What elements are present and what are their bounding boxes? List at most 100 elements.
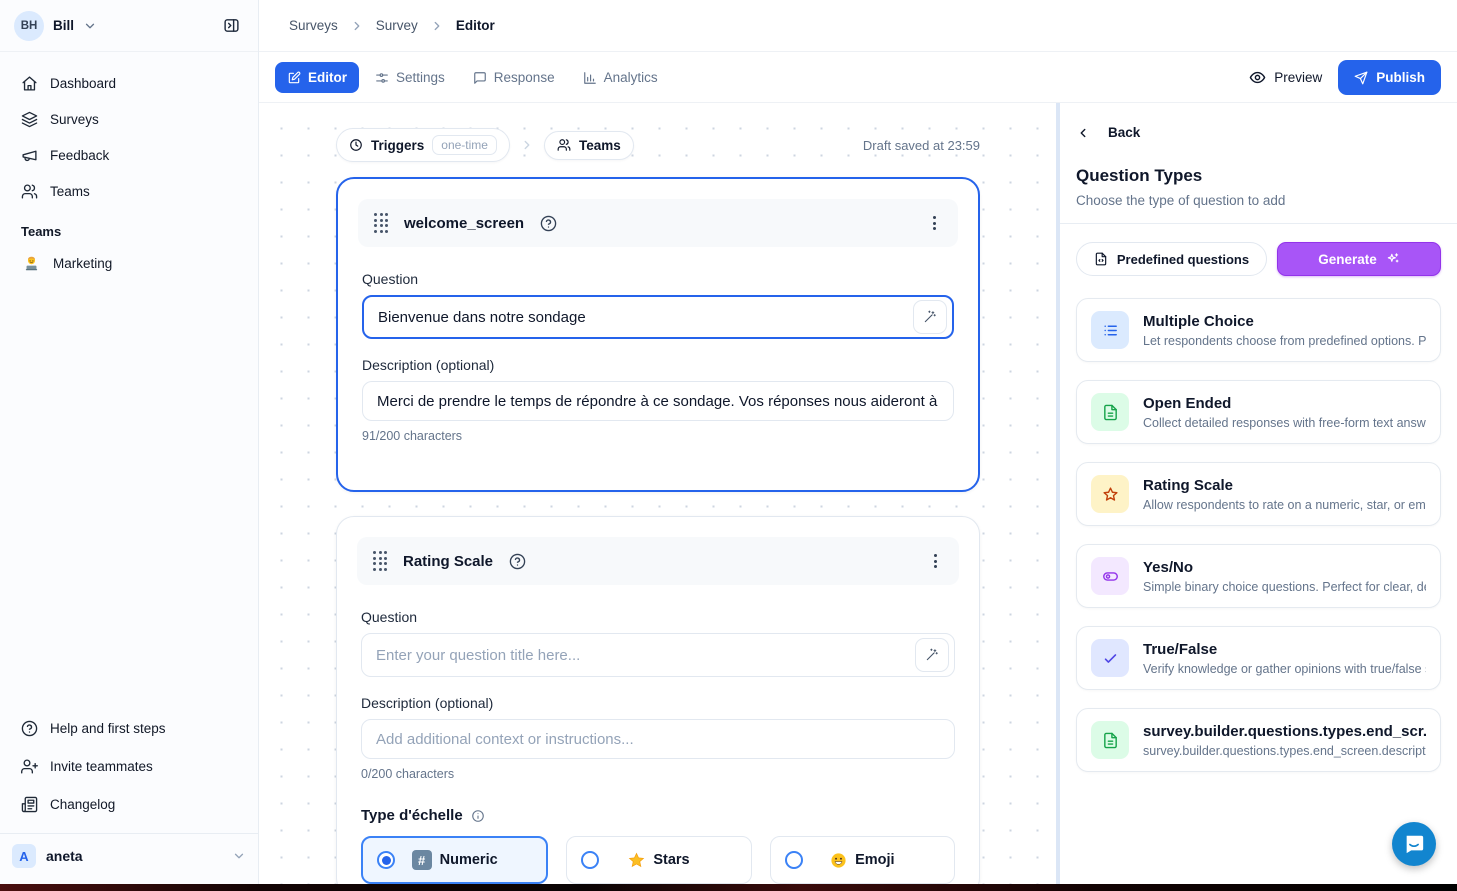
sidebar-item-dashboard[interactable]: Dashboard: [12, 66, 246, 100]
help-circle-icon[interactable]: [540, 215, 557, 232]
option-numeric[interactable]: # Numeric: [361, 836, 548, 884]
type-card-end-screen[interactable]: survey.builder.questions.types.end_scr..…: [1076, 708, 1441, 772]
file-code-icon: [1094, 252, 1108, 266]
tab-editor[interactable]: Editor: [275, 62, 359, 93]
sidebar-item-teams[interactable]: Teams: [12, 174, 246, 208]
smiley-emoji-icon: [830, 852, 847, 869]
type-card-rating-scale[interactable]: Rating Scale Allow respondents to rate o…: [1076, 462, 1441, 526]
drag-handle-icon[interactable]: [373, 551, 387, 571]
radio-emoji[interactable]: [785, 851, 803, 869]
sidebar-item-changelog[interactable]: Changelog: [12, 787, 246, 821]
back-label: Back: [1108, 125, 1140, 140]
sidebar-item-label: Teams: [50, 184, 90, 199]
type-title: survey.builder.questions.types.end_scr..…: [1143, 723, 1426, 740]
sidebar-item-feedback[interactable]: Feedback: [12, 138, 246, 172]
chevron-down-icon[interactable]: [83, 19, 97, 33]
chevron-right-icon: [520, 138, 534, 152]
home-icon: [21, 75, 38, 92]
publish-button[interactable]: Publish: [1338, 60, 1441, 95]
pencil-square-icon: [287, 71, 301, 85]
teams-pill[interactable]: Teams: [544, 131, 634, 160]
char-counter: 91/200 characters: [362, 429, 954, 443]
scale-type-label: Type d'échelle: [361, 807, 463, 824]
radio-stars[interactable]: [581, 851, 599, 869]
radio-numeric[interactable]: [377, 851, 395, 869]
panel-right-icon: [223, 17, 240, 34]
generate-button[interactable]: Generate: [1277, 242, 1441, 276]
description-label: Description (optional): [361, 695, 955, 711]
sidebar-item-label: Surveys: [50, 112, 99, 127]
description-input[interactable]: [376, 731, 940, 748]
survey-canvas: Triggers one-time Teams Draft saved at 2…: [259, 103, 1060, 884]
triggers-pill[interactable]: Triggers one-time: [336, 128, 510, 162]
user-name[interactable]: Bill: [53, 18, 74, 33]
sidebar-item-label: Help and first steps: [50, 721, 166, 736]
sidebar: BH Bill Dashboard Surveys Feedback Teams: [0, 0, 259, 884]
option-label: Emoji: [855, 852, 894, 868]
org-switcher[interactable]: A aneta: [12, 844, 246, 868]
tab-response[interactable]: Response: [461, 62, 567, 93]
type-description: Verify knowledge or gather opinions with…: [1143, 662, 1426, 676]
draft-status: Draft saved at 23:59: [863, 138, 980, 153]
card-menu-button[interactable]: [928, 548, 943, 574]
type-description: Allow respondents to rate on a numeric, …: [1143, 498, 1426, 512]
ai-rewrite-button[interactable]: [915, 638, 949, 672]
layers-icon: [21, 111, 38, 128]
help-circle-icon[interactable]: [509, 553, 526, 570]
check-icon: [1091, 639, 1129, 677]
option-emoji[interactable]: Emoji: [770, 836, 955, 884]
description-input[interactable]: [377, 393, 939, 410]
ai-rewrite-button[interactable]: [913, 300, 947, 334]
chevron-right-icon: [350, 19, 364, 33]
preview-button[interactable]: Preview: [1237, 61, 1334, 94]
option-stars[interactable]: Stars: [566, 836, 751, 884]
eye-icon: [1249, 69, 1266, 86]
question-input[interactable]: [376, 647, 907, 664]
newspaper-icon: [21, 796, 38, 813]
card-title: welcome_screen: [404, 215, 524, 232]
question-input-wrap: [362, 295, 954, 339]
tab-settings[interactable]: Settings: [363, 62, 457, 93]
triggers-label: Triggers: [371, 138, 424, 153]
question-input[interactable]: [378, 309, 905, 326]
sidebar-item-help[interactable]: Help and first steps: [12, 711, 246, 745]
sidebar-item-label: Feedback: [50, 148, 109, 163]
info-icon[interactable]: [471, 809, 485, 823]
description-input-wrap: [361, 719, 955, 759]
megaphone-icon: [21, 147, 38, 164]
back-button[interactable]: Back: [1076, 125, 1457, 140]
card-menu-button[interactable]: [927, 210, 942, 236]
sliders-icon: [375, 71, 389, 85]
type-card-multiple-choice[interactable]: Multiple Choice Let respondents choose f…: [1076, 298, 1441, 362]
type-title: Yes/No: [1143, 559, 1426, 576]
sidebar-item-label: Changelog: [50, 797, 115, 812]
chat-widget-button[interactable]: [1392, 822, 1436, 866]
breadcrumb-survey[interactable]: Survey: [376, 18, 418, 33]
card-title: Rating Scale: [403, 553, 493, 570]
collapse-sidebar-button[interactable]: [216, 11, 246, 41]
rating-scale-card[interactable]: Rating Scale Question Description (optio…: [336, 516, 980, 884]
drag-handle-icon[interactable]: [374, 213, 388, 233]
question-types-panel: Back Question Types Choose the type of q…: [1060, 103, 1457, 884]
breadcrumb-surveys[interactable]: Surveys: [289, 18, 338, 33]
sidebar-item-surveys[interactable]: Surveys: [12, 102, 246, 136]
type-card-open-ended[interactable]: Open Ended Collect detailed responses wi…: [1076, 380, 1441, 444]
sidebar-item-invite[interactable]: Invite teammates: [12, 749, 246, 783]
panel-subtitle: Choose the type of question to add: [1076, 193, 1441, 208]
avatar[interactable]: BH: [14, 11, 44, 41]
chevron-left-icon: [1076, 126, 1090, 140]
type-card-true-false[interactable]: True/False Verify knowledge or gather op…: [1076, 626, 1441, 690]
woman-technologist-emoji: [23, 255, 40, 272]
type-card-yes-no[interactable]: Yes/No Simple binary choice questions. P…: [1076, 544, 1441, 608]
toggle-icon: [1091, 557, 1129, 595]
scale-type-options: # Numeric Stars Emoji: [361, 836, 955, 884]
sidebar-item-marketing[interactable]: Marketing: [0, 245, 258, 281]
welcome-screen-card[interactable]: welcome_screen Question Description (opt…: [336, 177, 980, 492]
predefined-questions-button[interactable]: Predefined questions: [1076, 242, 1267, 276]
tab-analytics[interactable]: Analytics: [571, 62, 670, 93]
message-square-icon: [473, 71, 487, 85]
users-icon: [21, 183, 38, 200]
sidebar-footer: Help and first steps Invite teammates Ch…: [0, 711, 258, 821]
sidebar-header: BH Bill: [0, 0, 258, 52]
option-label: Stars: [653, 852, 689, 868]
